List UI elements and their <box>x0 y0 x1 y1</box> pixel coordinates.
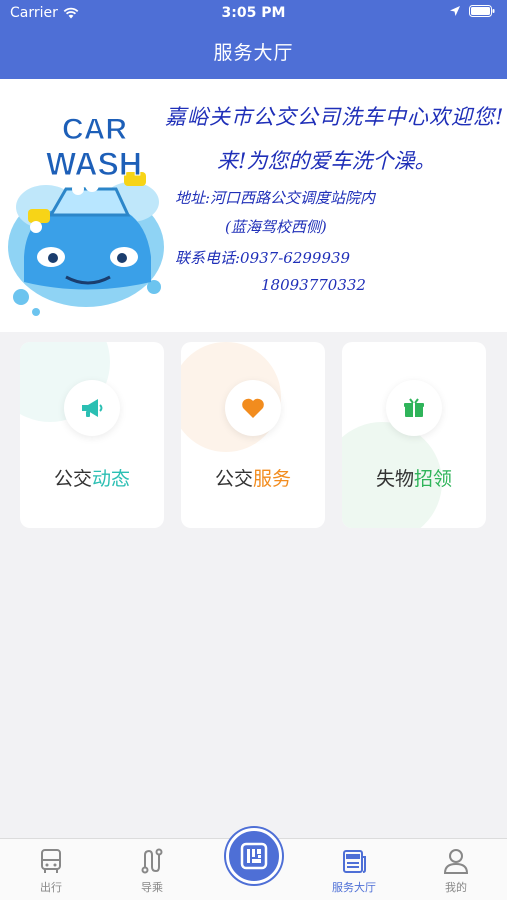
bus-dynamics-label: 公交动态 <box>20 464 164 491</box>
tab-travel[interactable]: 出行 <box>11 847 91 895</box>
banner-mobile-phone: 18093770332 <box>261 276 366 294</box>
qr-code-icon <box>240 842 268 870</box>
page-title: 服务大厅 <box>213 42 294 64</box>
megaphone-icon <box>82 399 103 417</box>
status-indicators <box>449 5 495 17</box>
lost-and-found-label-highlight: 招领 <box>414 468 453 490</box>
tab-service-hall-label: 服务大厅 <box>332 881 376 894</box>
logo-text-car: CAR <box>62 113 127 146</box>
bus-service-card[interactable]: 公交服务 <box>181 342 325 528</box>
tab-service-hall[interactable]: 服务大厅 <box>314 847 394 895</box>
status-time: 3:05 PM <box>221 5 286 21</box>
tab-guide[interactable]: 导乘 <box>112 847 192 895</box>
bus-service-label: 公交服务 <box>181 464 325 491</box>
route-icon <box>141 848 163 874</box>
bus-service-label-prefix: 公交 <box>214 468 253 490</box>
battery-icon <box>469 5 495 17</box>
user-icon <box>443 849 469 874</box>
banner-address: 地址:河口西路公交调度站院内 <box>175 189 376 207</box>
bus-icon <box>41 849 61 873</box>
status-bar: Carrier 3:05 PM <box>0 0 507 28</box>
lost-and-found-card[interactable]: 失物招领 <box>342 342 486 528</box>
navigation-header: Carrier 3:05 PM 服务大厅 <box>0 0 507 79</box>
heart-icon <box>242 398 264 418</box>
qr-scan-button[interactable] <box>226 828 282 884</box>
service-grid: 公交动态 公交服务 失物招领 <box>20 342 487 528</box>
car-wash-illustration: CAR WASH <box>8 113 164 316</box>
lost-and-found-icon-wrap <box>386 380 442 436</box>
bus-dynamics-label-highlight: 动态 <box>92 468 131 490</box>
banner-address-note: (蓝海驾校西侧) <box>225 218 327 236</box>
banner-contact-phone: 联系电话:0937-6299939 <box>175 249 351 267</box>
tab-mine[interactable]: 我的 <box>416 847 496 895</box>
bus-dynamics-label-prefix: 公交 <box>53 468 92 490</box>
tab-guide-label: 导乘 <box>141 881 163 894</box>
banner-text-block: 嘉峪关市公交公司洗车中心欢迎您! 来!为您的爱车洗个澡。 地址:河口西路公交调度… <box>165 101 505 294</box>
location-arrow-icon <box>450 6 460 16</box>
bus-service-label-highlight: 服务 <box>253 468 292 490</box>
logo-text-wash: WASH <box>46 146 142 182</box>
bus-service-icon-wrap <box>225 380 281 436</box>
car-wash-banner[interactable]: CAR WASH 嘉峪关市公交公司洗车中心欢迎您! 来!为您的爱车洗个澡。 地址… <box>0 79 507 332</box>
banner-headline: 嘉峪关市公交公司洗车中心欢迎您! <box>165 105 505 129</box>
tab-mine-label: 我的 <box>445 881 467 894</box>
lost-and-found-label-prefix: 失物 <box>375 468 414 490</box>
bus-dynamics-icon-wrap <box>64 380 120 436</box>
news-icon <box>343 850 366 873</box>
banner-slogan: 来!为您的爱车洗个澡。 <box>217 149 436 173</box>
tab-travel-label: 出行 <box>40 881 62 894</box>
lost-and-found-label: 失物招领 <box>342 464 486 491</box>
gift-box-icon <box>404 398 424 417</box>
bus-dynamics-card[interactable]: 公交动态 <box>20 342 164 528</box>
